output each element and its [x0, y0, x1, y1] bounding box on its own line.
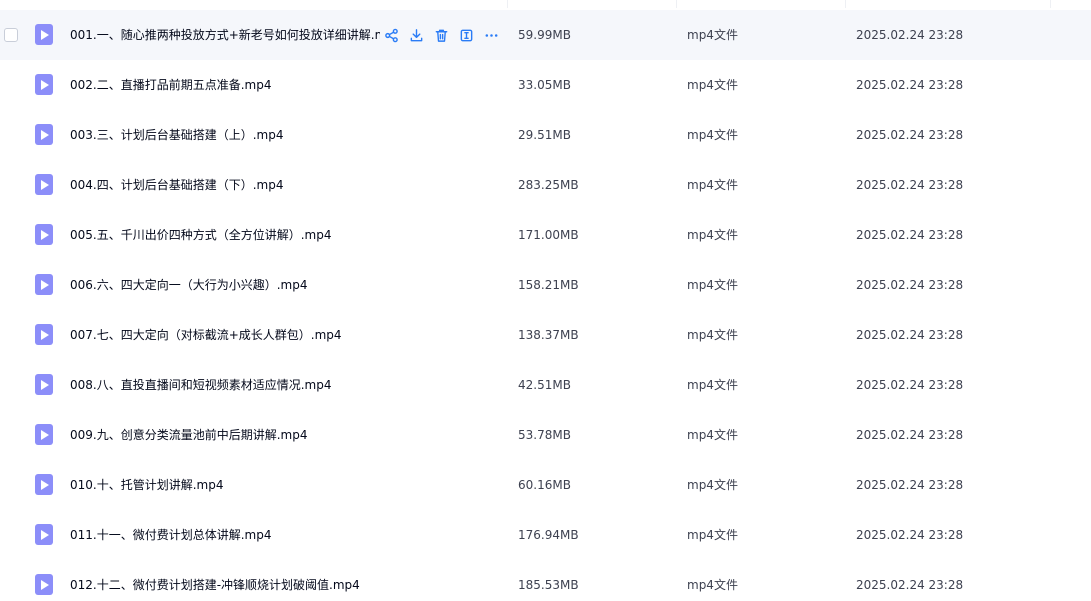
video-file-icon	[35, 24, 53, 45]
table-row[interactable]: 011.十一、微付费计划总体讲解.mp4 176.94MB mp4文件 2025…	[0, 510, 1091, 560]
file-name[interactable]: 001.一、随心推两种投放方式+新老号如何投放详细讲解.mp4	[70, 26, 380, 44]
file-name[interactable]: 002.二、直播打品前期五点准备.mp4	[70, 76, 271, 94]
table-row[interactable]: 006.六、四大定向一（大行为小兴趣）.mp4 158.21MB mp4文件 2…	[0, 260, 1091, 310]
file-type: mp4文件	[687, 528, 738, 542]
delete-icon[interactable]	[433, 27, 449, 43]
file-date: 2025.02.24 23:28	[856, 278, 964, 292]
share-icon[interactable]	[383, 27, 399, 43]
video-file-icon	[35, 124, 53, 145]
video-file-icon	[35, 424, 53, 445]
file-type: mp4文件	[687, 378, 738, 392]
video-file-icon	[35, 524, 53, 545]
file-date: 2025.02.24 23:28	[856, 78, 964, 92]
file-size: 176.94MB	[518, 528, 579, 542]
file-date: 2025.02.24 23:28	[856, 428, 964, 442]
file-type: mp4文件	[687, 78, 738, 92]
video-file-icon	[35, 174, 53, 195]
file-type: mp4文件	[687, 278, 738, 292]
file-date: 2025.02.24 23:28	[856, 378, 964, 392]
column-divider[interactable]	[845, 0, 846, 8]
column-header	[0, 0, 1091, 10]
file-list: 001.一、随心推两种投放方式+新老号如何投放详细讲解.mp4 59.99MB …	[0, 0, 1091, 601]
file-name[interactable]: 012.十二、微付费计划搭建-冲锋顺烧计划破阈值.mp4	[70, 576, 360, 594]
table-row[interactable]: 001.一、随心推两种投放方式+新老号如何投放详细讲解.mp4 59.99MB …	[0, 10, 1091, 60]
file-date: 2025.02.24 23:28	[856, 28, 964, 42]
file-date: 2025.02.24 23:28	[856, 178, 964, 192]
video-file-icon	[35, 274, 53, 295]
file-date: 2025.02.24 23:28	[856, 578, 964, 592]
file-name[interactable]: 009.九、创意分类流量池前中后期讲解.mp4	[70, 426, 307, 444]
file-name[interactable]: 011.十一、微付费计划总体讲解.mp4	[70, 526, 271, 544]
table-row[interactable]: 003.三、计划后台基础搭建（上）.mp4 29.51MB mp4文件 2025…	[0, 110, 1091, 160]
file-type: mp4文件	[687, 228, 738, 242]
table-row[interactable]: 007.七、四大定向（对标截流+成长人群包）.mp4 138.37MB mp4文…	[0, 310, 1091, 360]
file-name[interactable]: 010.十、托管计划讲解.mp4	[70, 476, 223, 494]
file-type: mp4文件	[687, 328, 738, 342]
file-type: mp4文件	[687, 428, 738, 442]
table-row[interactable]: 009.九、创意分类流量池前中后期讲解.mp4 53.78MB mp4文件 20…	[0, 410, 1091, 460]
video-file-icon	[35, 574, 53, 595]
file-size: 59.99MB	[518, 28, 571, 42]
file-size: 138.37MB	[518, 328, 579, 342]
table-row[interactable]: 005.五、千川出价四种方式（全方位讲解）.mp4 171.00MB mp4文件…	[0, 210, 1091, 260]
table-row[interactable]: 010.十、托管计划讲解.mp4 60.16MB mp4文件 2025.02.2…	[0, 460, 1091, 510]
file-name[interactable]: 007.七、四大定向（对标截流+成长人群包）.mp4	[70, 326, 342, 344]
row-checkbox[interactable]	[4, 28, 18, 42]
file-name[interactable]: 005.五、千川出价四种方式（全方位讲解）.mp4	[70, 226, 331, 244]
column-divider[interactable]	[1050, 0, 1051, 8]
file-type: mp4文件	[687, 178, 738, 192]
table-row[interactable]: 012.十二、微付费计划搭建-冲锋顺烧计划破阈值.mp4 185.53MB mp…	[0, 560, 1091, 601]
file-date: 2025.02.24 23:28	[856, 528, 964, 542]
file-name[interactable]: 003.三、计划后台基础搭建（上）.mp4	[70, 126, 283, 144]
table-row[interactable]: 008.八、直投直播间和短视频素材适应情况.mp4 42.51MB mp4文件 …	[0, 360, 1091, 410]
table-row[interactable]: 002.二、直播打品前期五点准备.mp4 33.05MB mp4文件 2025.…	[0, 60, 1091, 110]
file-size: 283.25MB	[518, 178, 579, 192]
file-type: mp4文件	[687, 128, 738, 142]
video-file-icon	[35, 374, 53, 395]
video-file-icon	[35, 474, 53, 495]
file-size: 60.16MB	[518, 478, 571, 492]
file-date: 2025.02.24 23:28	[856, 478, 964, 492]
video-file-icon	[35, 74, 53, 95]
file-date: 2025.02.24 23:28	[856, 228, 964, 242]
file-date: 2025.02.24 23:28	[856, 128, 964, 142]
file-size: 185.53MB	[518, 578, 579, 592]
file-size: 158.21MB	[518, 278, 579, 292]
row-actions	[383, 26, 508, 44]
file-size: 42.51MB	[518, 378, 571, 392]
download-icon[interactable]	[408, 27, 424, 43]
more-icon[interactable]	[483, 27, 499, 43]
file-type: mp4文件	[687, 28, 738, 42]
file-size: 33.05MB	[518, 78, 571, 92]
table-row[interactable]: 004.四、计划后台基础搭建（下）.mp4 283.25MB mp4文件 202…	[0, 160, 1091, 210]
file-type: mp4文件	[687, 478, 738, 492]
file-name[interactable]: 004.四、计划后台基础搭建（下）.mp4	[70, 176, 283, 194]
video-file-icon	[35, 324, 53, 345]
file-size: 171.00MB	[518, 228, 579, 242]
file-type: mp4文件	[687, 578, 738, 592]
column-divider[interactable]	[676, 0, 677, 8]
rename-icon[interactable]	[458, 27, 474, 43]
video-file-icon	[35, 224, 53, 245]
file-size: 29.51MB	[518, 128, 571, 142]
file-date: 2025.02.24 23:28	[856, 328, 964, 342]
file-size: 53.78MB	[518, 428, 571, 442]
file-name[interactable]: 006.六、四大定向一（大行为小兴趣）.mp4	[70, 276, 307, 294]
column-divider[interactable]	[507, 0, 508, 8]
file-name[interactable]: 008.八、直投直播间和短视频素材适应情况.mp4	[70, 376, 331, 394]
